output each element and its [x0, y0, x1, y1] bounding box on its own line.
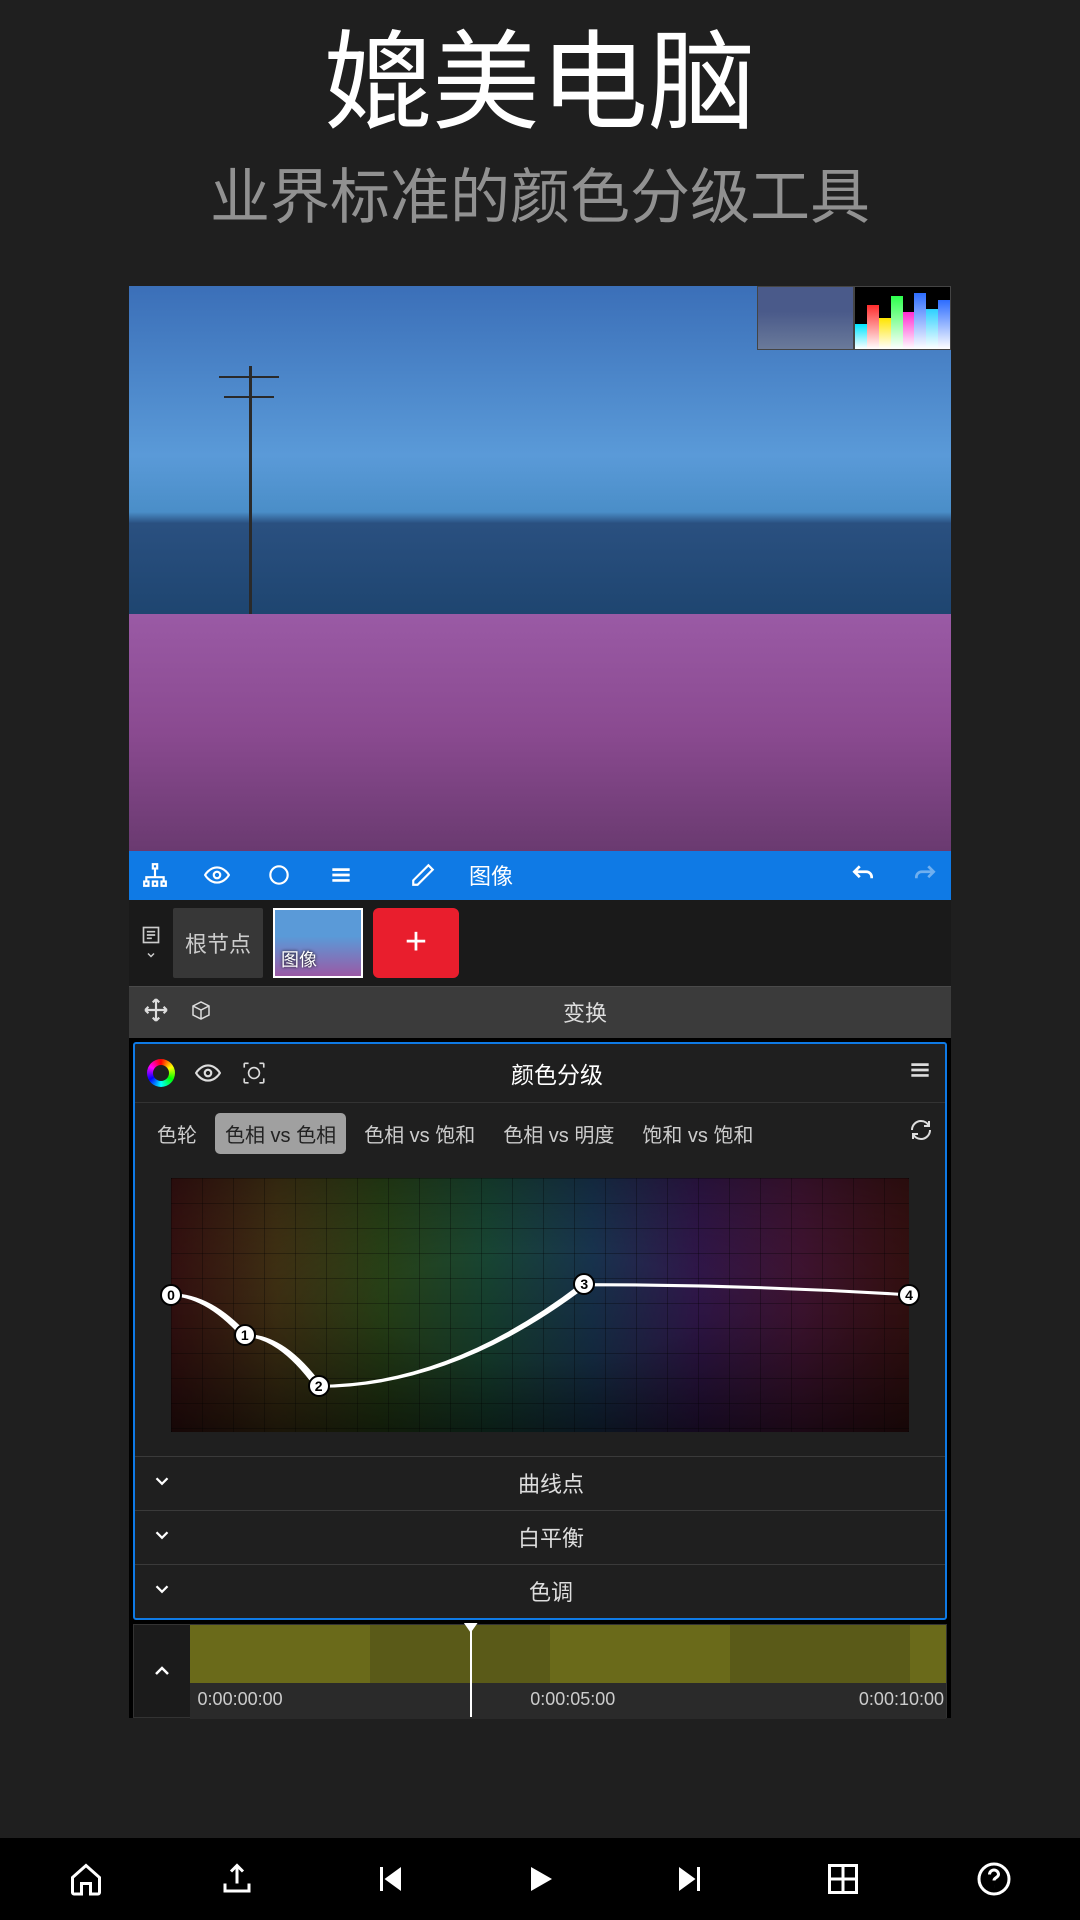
menu-icon[interactable] [325, 859, 357, 891]
curve-point[interactable]: 2 [308, 1375, 330, 1397]
circle-icon[interactable] [263, 859, 295, 891]
bottom-nav [0, 1838, 1080, 1920]
nodes-row: 根节点 图像 + [129, 900, 951, 986]
page-title: 媲美电脑 [0, 24, 1080, 143]
toolbar-label: 图像 [469, 859, 513, 891]
panel-title: 颜色分级 [227, 1056, 887, 1090]
video-preview[interactable] [129, 286, 951, 851]
help-icon[interactable] [970, 1855, 1018, 1903]
histogram-scope[interactable] [854, 286, 951, 350]
tab-hue-vs-lum[interactable]: 色相 vs 明度 [493, 1113, 624, 1154]
page-subtitle: 业界标准的颜色分级工具 [0, 149, 1080, 236]
playhead[interactable] [470, 1625, 472, 1717]
timecode: 0:00:00:00 [198, 1689, 283, 1710]
redo-icon[interactable] [909, 859, 941, 891]
skip-prev-icon[interactable] [365, 1855, 413, 1903]
tab-sat-vs-sat[interactable]: 饱和 vs 饱和 [632, 1113, 763, 1154]
add-node-button[interactable]: + [373, 908, 459, 978]
toolbar: 图像 [129, 851, 951, 900]
tab-color-wheel[interactable]: 色轮 [147, 1113, 207, 1154]
section-curve-points[interactable]: 曲线点 [135, 1456, 945, 1510]
panel-menu-icon[interactable] [907, 1057, 933, 1088]
tab-hue-vs-hue[interactable]: 色相 vs 色相 [215, 1113, 346, 1154]
timecode: 0:00:10:00 [859, 1689, 944, 1710]
curve-point[interactable]: 1 [234, 1324, 256, 1346]
move-icon[interactable] [143, 997, 169, 1028]
chevron-down-icon [151, 1470, 173, 1497]
curve-point[interactable]: 4 [898, 1284, 920, 1306]
curve-tabs: 色轮 色相 vs 色相 色相 vs 饱和 色相 vs 明度 饱和 vs 饱和 [135, 1102, 945, 1164]
root-node[interactable]: 根节点 [173, 908, 263, 978]
color-grading-panel: 颜色分级 色轮 色相 vs 色相 色相 vs 饱和 色相 vs 明度 饱和 vs… [133, 1042, 947, 1620]
skip-next-icon[interactable] [667, 1855, 715, 1903]
eye-icon[interactable] [201, 859, 233, 891]
curve-point[interactable]: 0 [160, 1284, 182, 1306]
timeline[interactable]: 0:00:00:00 0:00:05:00 0:00:10:00 [133, 1624, 947, 1718]
section-tint[interactable]: 色调 [135, 1564, 945, 1618]
undo-icon[interactable] [847, 859, 879, 891]
preview-thumbnail[interactable] [757, 286, 854, 350]
timecode: 0:00:05:00 [530, 1689, 615, 1710]
transform-bar: 变换 [129, 986, 951, 1038]
pencil-icon[interactable] [407, 859, 439, 891]
color-wheel-icon[interactable] [147, 1059, 175, 1087]
section-white-balance[interactable]: 白平衡 [135, 1510, 945, 1564]
chevron-down-icon [151, 1578, 173, 1605]
play-icon[interactable] [516, 1855, 564, 1903]
hue-curve-editor[interactable]: 01234 [171, 1178, 909, 1432]
visibility-icon[interactable] [195, 1057, 221, 1089]
nodes-list-toggle[interactable] [139, 925, 163, 961]
home-icon[interactable] [62, 1855, 110, 1903]
tree-icon[interactable] [139, 859, 171, 891]
transform-label: 变换 [233, 996, 937, 1028]
share-icon[interactable] [213, 1855, 261, 1903]
cube-icon[interactable] [189, 998, 213, 1027]
timeline-expand-icon[interactable] [134, 1625, 190, 1717]
tab-hue-vs-sat[interactable]: 色相 vs 饱和 [354, 1113, 485, 1154]
app-frame: 图像 根节点 图像 + 变换 颜色分级 色轮 色相 vs 色相 色相 vs 饱和 [129, 286, 951, 1718]
layout-icon[interactable] [819, 1855, 867, 1903]
chevron-down-icon [151, 1524, 173, 1551]
image-node[interactable]: 图像 [273, 908, 363, 978]
reset-curve-icon[interactable] [909, 1118, 933, 1148]
curve-point[interactable]: 3 [573, 1273, 595, 1295]
